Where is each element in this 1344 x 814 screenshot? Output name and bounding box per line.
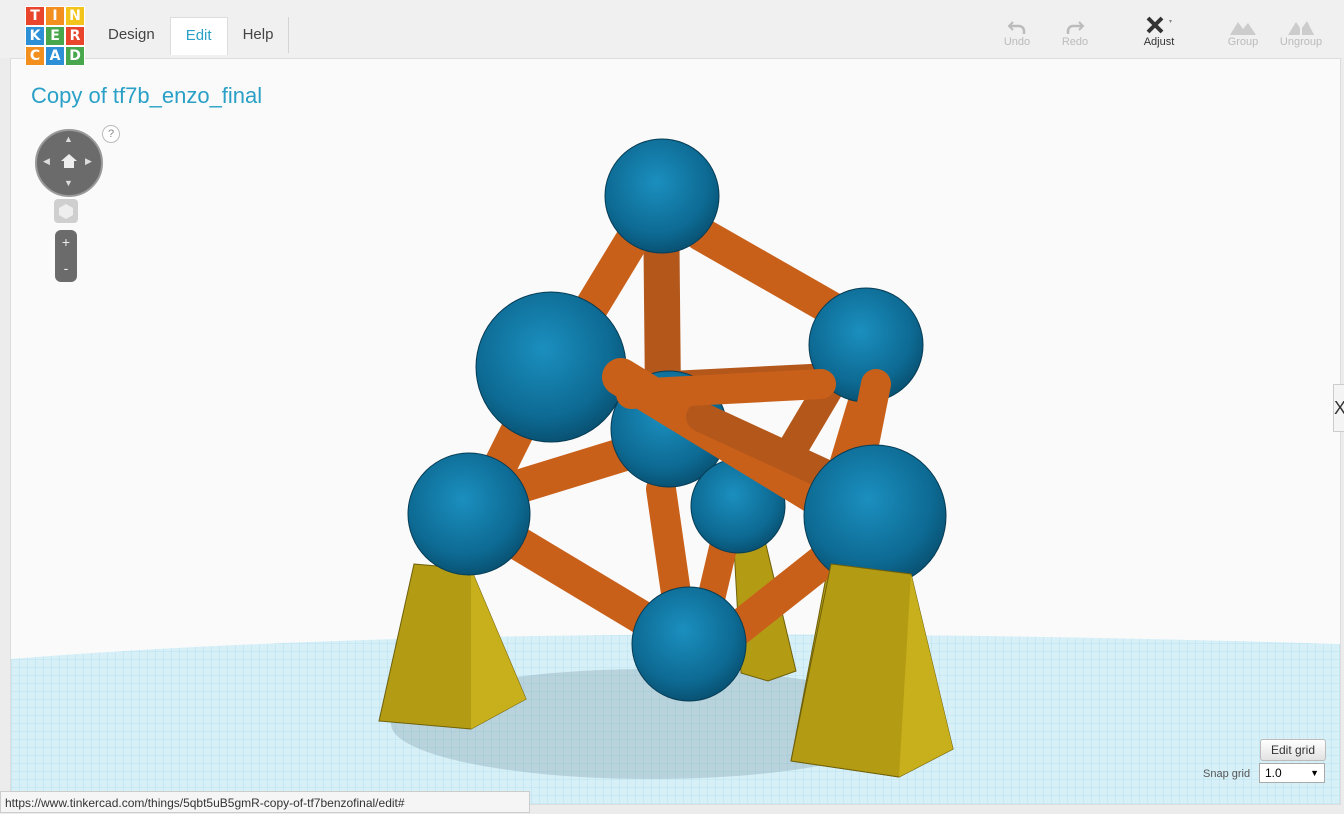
scene-canvas[interactable] (11, 59, 1340, 804)
view-cube-icon[interactable] (54, 199, 78, 223)
undo-icon (990, 14, 1044, 36)
snap-grid-select[interactable]: 1.0 ▼ (1259, 763, 1325, 783)
chevron-down-icon: ▼ (1310, 768, 1319, 778)
logo-letter: N (65, 6, 85, 26)
main-menu: Design Edit Help (93, 17, 290, 55)
group-icon (1216, 14, 1270, 36)
orbit-up-arrow[interactable]: ▲ (64, 134, 73, 144)
undo-label: Undo (1003, 36, 1031, 48)
zoom-control: + - (55, 230, 77, 282)
snap-grid-label: Snap grid (1203, 768, 1251, 780)
menu-help[interactable]: Help (228, 17, 289, 53)
menu-design[interactable]: Design (93, 17, 170, 53)
orbit-right-arrow[interactable]: ▶ (85, 156, 92, 167)
logo-letter: K (25, 26, 45, 46)
edit-grid-button[interactable]: Edit grid (1260, 739, 1326, 761)
snap-grid-value: 1.0 (1265, 766, 1282, 780)
logo-letter: T (25, 6, 45, 26)
logo-letter: C (25, 46, 45, 66)
logo-letter: E (45, 26, 65, 46)
adjust-icon (1132, 14, 1186, 36)
navigation-help-button[interactable]: ? (102, 125, 120, 143)
adjust-button[interactable]: Adjust (1132, 14, 1186, 48)
ungroup-label: Ungroup (1279, 36, 1323, 48)
home-view-icon[interactable] (60, 153, 78, 169)
logo-letter: D (65, 46, 85, 66)
group-label: Group (1227, 36, 1259, 48)
zoom-out-button[interactable]: - (55, 256, 77, 282)
menu-divider (288, 17, 290, 53)
redo-label: Redo (1061, 36, 1089, 48)
front-atom-sphere[interactable] (803, 444, 947, 588)
orbit-left-arrow[interactable]: ◀ (43, 156, 50, 167)
side-panel-toggle[interactable]: X (1333, 384, 1344, 432)
logo-letter: R (65, 26, 85, 46)
3d-workplane-viewport[interactable]: Copy of tf7b_enzo_final ▲ ▼ ◀ ▶ ? + - (10, 58, 1341, 805)
ungroup-icon (1274, 14, 1328, 36)
zoom-in-button[interactable]: + (55, 230, 77, 256)
adjust-label: Adjust (1143, 36, 1175, 48)
tinkercad-logo[interactable]: TINKERCAD (25, 6, 85, 66)
menu-edit[interactable]: Edit (169, 17, 228, 55)
design-title[interactable]: Copy of tf7b_enzo_final (31, 83, 262, 109)
redo-button[interactable]: Redo (1048, 14, 1102, 48)
group-button[interactable]: Group (1216, 14, 1270, 48)
view-orbit-control[interactable]: ▲ ▼ ◀ ▶ (35, 129, 103, 197)
undo-button[interactable]: Undo (990, 14, 1044, 48)
top-toolbar: TINKERCAD Design Edit Help Undo Redo Adj… (0, 0, 1344, 66)
logo-letter: I (45, 6, 65, 26)
redo-icon (1048, 14, 1102, 36)
logo-letter: A (45, 46, 65, 66)
status-bar-url: https://www.tinkercad.com/things/5qbt5uB… (0, 791, 530, 813)
ungroup-button[interactable]: Ungroup (1274, 14, 1328, 48)
orbit-down-arrow[interactable]: ▼ (64, 178, 73, 188)
